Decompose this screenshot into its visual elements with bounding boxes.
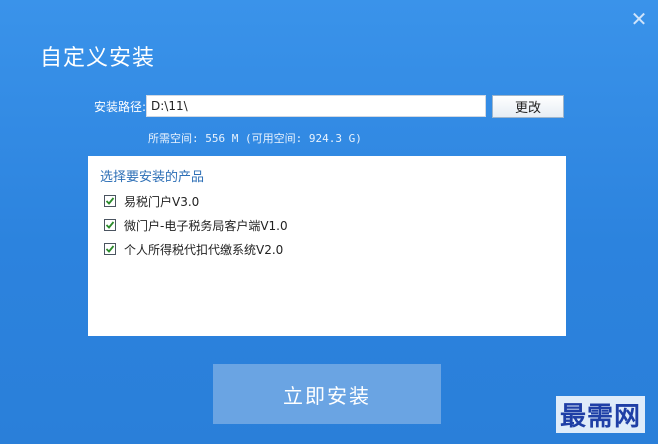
watermark: 最需网 [556,396,646,433]
product-item-yishui[interactable]: 易税门户V3.0 [104,192,199,210]
install-path-input[interactable] [146,95,486,117]
product-panel-heading: 选择要安装的产品 [100,170,205,185]
checkmark-icon [105,221,115,229]
install-now-button[interactable]: 立即安装 [213,364,441,424]
disk-space-info: 所需空间: 556 M (可用空间: 924.3 G) [148,132,362,145]
product-label: 个人所得税代扣代缴系统V2.0 [124,242,284,257]
outer-margin [658,0,672,444]
checkmark-icon [105,245,115,253]
checkbox[interactable] [104,243,116,255]
product-selection-panel: 选择要安装的产品 易税门户V3.0 微门户-电子税务局客户端V1.0 个人所得税… [88,156,566,336]
checkbox[interactable] [104,195,116,207]
checkbox[interactable] [104,219,116,231]
close-icon[interactable]: ✕ [628,8,650,30]
product-item-geshui[interactable]: 个人所得税代扣代缴系统V2.0 [104,240,283,258]
installer-window: ✕ 自定义安装 安装路径: 更改 所需空间: 556 M (可用空间: 924.… [0,0,658,444]
product-label: 微门户-电子税务局客户端V1.0 [124,218,288,233]
checkmark-icon [105,197,115,205]
window-title: 自定义安装 [40,46,156,71]
change-path-button[interactable]: 更改 [492,95,564,118]
product-item-weimenhu[interactable]: 微门户-电子税务局客户端V1.0 [104,216,288,234]
product-label: 易税门户V3.0 [124,194,200,209]
install-path-label: 安装路径: [93,100,146,114]
